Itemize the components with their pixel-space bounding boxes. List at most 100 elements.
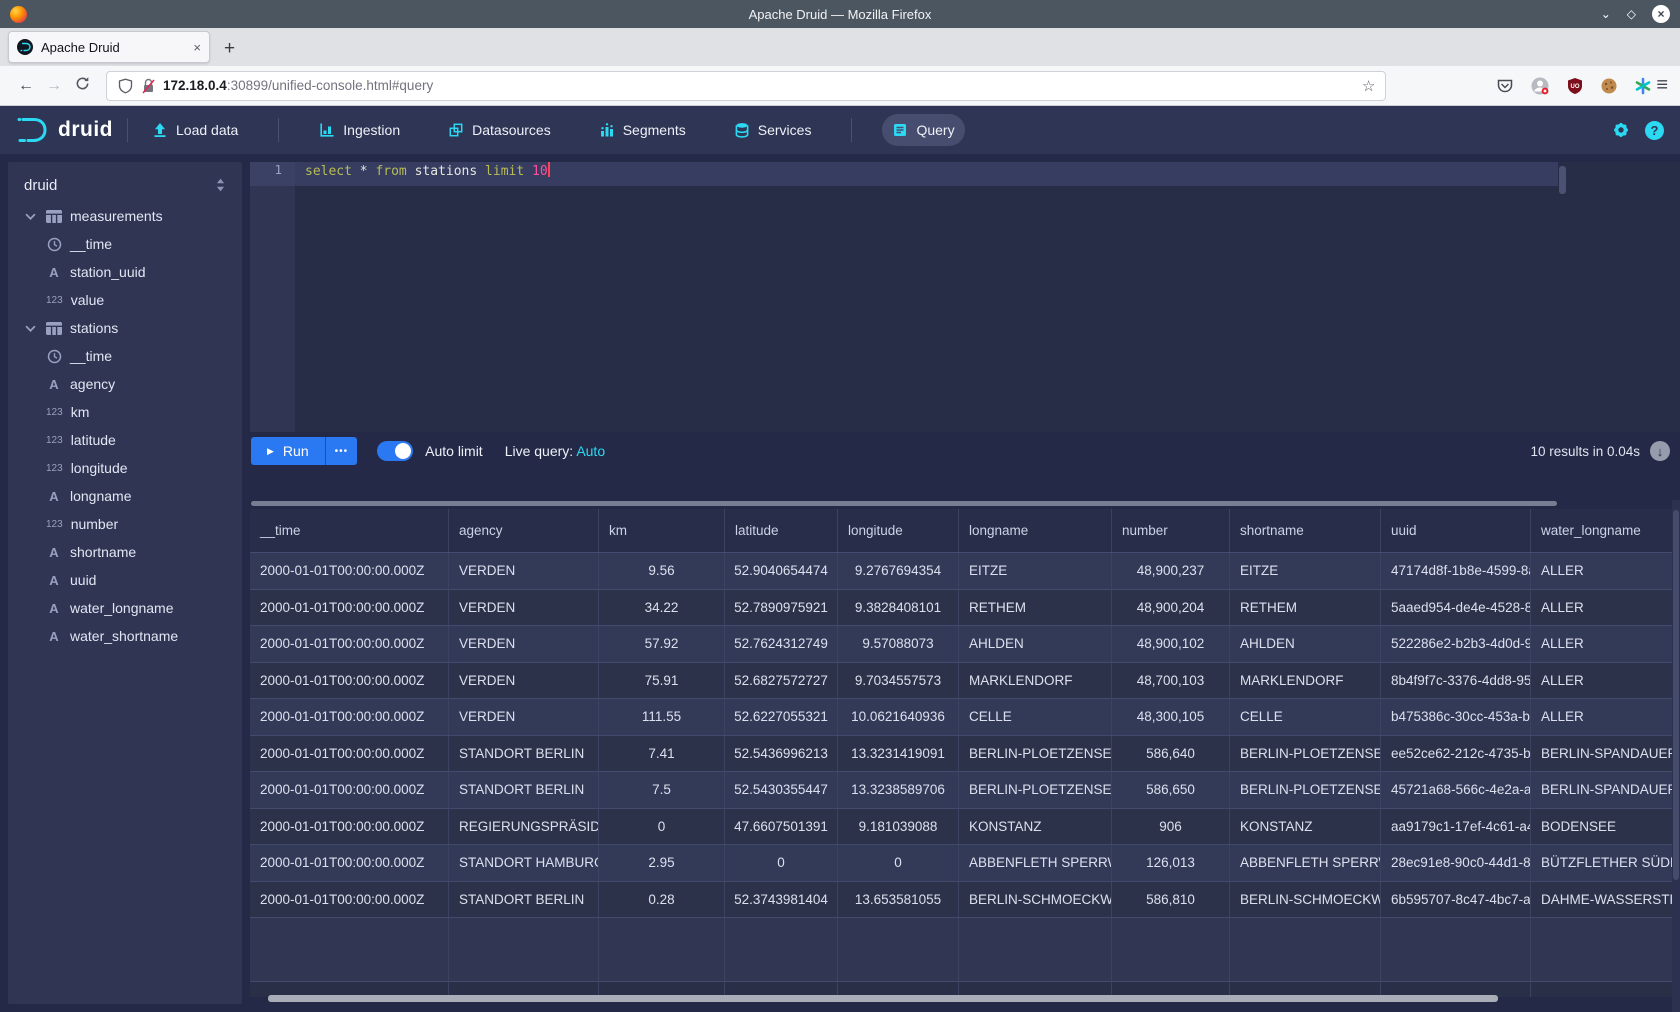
nav-item-segments[interactable]: Segments bbox=[589, 114, 696, 146]
cell-latitude[interactable]: 52.6827572727 bbox=[725, 663, 838, 699]
nav-item-query[interactable]: Query bbox=[882, 114, 964, 146]
cell-km[interactable]: 7.41 bbox=[599, 736, 725, 772]
column-header-water_longname[interactable]: water_longname bbox=[1531, 509, 1680, 552]
cell-agency[interactable]: STANDORT HAMBURG bbox=[449, 845, 599, 881]
cell-longname[interactable]: CELLE bbox=[959, 699, 1112, 735]
cell-latitude[interactable]: 0 bbox=[725, 845, 838, 881]
extension-asterisk-icon[interactable] bbox=[1634, 77, 1652, 95]
cell-number[interactable]: 48,900,237 bbox=[1112, 553, 1230, 589]
live-query[interactable]: Live query: Auto bbox=[505, 443, 605, 459]
cell-agency[interactable]: VERDEN bbox=[449, 553, 599, 589]
menu-icon[interactable]: ≡ bbox=[1656, 74, 1668, 97]
sidebar-column-stations-water_shortname[interactable]: Awater_shortname bbox=[8, 622, 242, 650]
cell-shortname[interactable]: RETHEM bbox=[1230, 590, 1381, 626]
cell-km[interactable]: 7.5 bbox=[599, 772, 725, 808]
maximize-icon[interactable]: ◇ bbox=[1627, 8, 1636, 20]
cell-longitude[interactable]: 13.3231419091 bbox=[838, 736, 959, 772]
cell-shortname[interactable]: AHLDEN bbox=[1230, 626, 1381, 662]
sidebar-column-stations-longname[interactable]: Alongname bbox=[8, 482, 242, 510]
cell-longitude[interactable]: 13.653581055 bbox=[838, 882, 959, 918]
cell-number[interactable]: 48,900,204 bbox=[1112, 590, 1230, 626]
column-header-number[interactable]: number bbox=[1112, 509, 1230, 552]
cell-shortname[interactable]: EITZE bbox=[1230, 553, 1381, 589]
results-top-scrollbar[interactable] bbox=[251, 501, 1557, 506]
cell-longitude[interactable]: 10.0621640936 bbox=[838, 699, 959, 735]
cell-latitude[interactable]: 52.5436996213 bbox=[725, 736, 838, 772]
sidebar-column-stations-water_longname[interactable]: Awater_longname bbox=[8, 594, 242, 622]
close-window-icon[interactable]: × bbox=[1652, 5, 1670, 23]
run-button[interactable]: ▶Run bbox=[251, 437, 325, 465]
sidebar-column-stations-agency[interactable]: Aagency bbox=[8, 370, 242, 398]
cell-latitude[interactable]: 52.5430355447 bbox=[725, 772, 838, 808]
insecure-lock-icon[interactable] bbox=[140, 78, 156, 94]
results-vertical-scrollbar-thumb[interactable] bbox=[1673, 510, 1679, 880]
cell-water_longname[interactable]: ALLER bbox=[1531, 663, 1680, 699]
cell-uuid[interactable]: 6b595707-8c47-4bc7-a8 bbox=[1381, 882, 1531, 918]
column-header-agency[interactable]: agency bbox=[449, 509, 599, 552]
cell-water_longname[interactable]: ALLER bbox=[1531, 590, 1680, 626]
cell-longname[interactable]: AHLDEN bbox=[959, 626, 1112, 662]
sidebar-table-measurements[interactable]: measurements bbox=[8, 202, 242, 230]
nav-item-services[interactable]: Services bbox=[724, 114, 822, 146]
cell-number[interactable]: 906 bbox=[1112, 809, 1230, 845]
back-button[interactable]: ← bbox=[12, 77, 40, 95]
cell-longitude[interactable]: 9.57088073 bbox=[838, 626, 959, 662]
url-bar[interactable]: 172.18.0.4:30899/unified-console.html#qu… bbox=[106, 71, 1386, 101]
cell-uuid[interactable]: 45721a68-566c-4e2a-a6 bbox=[1381, 772, 1531, 808]
cell-shortname[interactable]: ABBENFLETH SPERRWEI bbox=[1230, 845, 1381, 881]
url-text[interactable]: 172.18.0.4:30899/unified-console.html#qu… bbox=[163, 78, 1355, 93]
column-header-latitude[interactable]: latitude bbox=[725, 509, 838, 552]
cell-uuid[interactable]: 8b4f9f7c-3376-4dd8-95c bbox=[1381, 663, 1531, 699]
double-caret-icon[interactable] bbox=[212, 178, 228, 192]
account-icon[interactable] bbox=[1530, 76, 1550, 96]
cell-uuid[interactable]: 522286e2-b2b3-4d0d-9a bbox=[1381, 626, 1531, 662]
cell-uuid[interactable]: 5aaed954-de4e-4528-8f bbox=[1381, 590, 1531, 626]
results-horizontal-scrollbar[interactable] bbox=[268, 995, 1498, 1002]
sidebar-column-stations-latitude[interactable]: 123latitude bbox=[8, 426, 242, 454]
cell-latitude[interactable]: 52.3743981404 bbox=[725, 882, 838, 918]
column-header-uuid[interactable]: uuid bbox=[1381, 509, 1531, 552]
schema-header[interactable]: druid bbox=[8, 162, 242, 202]
cell-latitude[interactable]: 52.7624312749 bbox=[725, 626, 838, 662]
new-tab-button[interactable]: + bbox=[224, 38, 235, 60]
cell-km[interactable]: 0.28 bbox=[599, 882, 725, 918]
cell-water_longname[interactable]: ALLER bbox=[1531, 626, 1680, 662]
cell-number[interactable]: 126,013 bbox=[1112, 845, 1230, 881]
results-vertical-scrollbar[interactable] bbox=[1672, 500, 1680, 1012]
sidebar-column-stations-shortname[interactable]: Ashortname bbox=[8, 538, 242, 566]
cell-longname[interactable]: BERLIN-SCHMOECKWITZ bbox=[959, 882, 1112, 918]
gear-icon[interactable] bbox=[1611, 120, 1631, 140]
cell-km[interactable]: 111.55 bbox=[599, 699, 725, 735]
sidebar-column-stations-uuid[interactable]: Auuid bbox=[8, 566, 242, 594]
cell-__time[interactable]: 2000-01-01T00:00:00.000Z bbox=[250, 699, 449, 735]
cell-uuid[interactable]: 28ec91e8-90c0-44d1-8f0 bbox=[1381, 845, 1531, 881]
cell-km[interactable]: 34.22 bbox=[599, 590, 725, 626]
cell-longname[interactable]: ABBENFLETH SPERRWEI bbox=[959, 845, 1112, 881]
cell-agency[interactable]: VERDEN bbox=[449, 663, 599, 699]
cell-water_longname[interactable]: BÜTZFLETHER SÜDERE bbox=[1531, 845, 1680, 881]
cell-__time[interactable]: 2000-01-01T00:00:00.000Z bbox=[250, 809, 449, 845]
reload-button[interactable] bbox=[68, 76, 96, 96]
sidebar-column-stations-number[interactable]: 123number bbox=[8, 510, 242, 538]
column-header-longitude[interactable]: longitude bbox=[838, 509, 959, 552]
query-editor[interactable]: 1 select * from stations limit 10 bbox=[250, 162, 1680, 432]
cell-longname[interactable]: BERLIN-PLOETZENSEE C bbox=[959, 736, 1112, 772]
cell-longname[interactable]: RETHEM bbox=[959, 590, 1112, 626]
cell-latitude[interactable]: 52.9040654474 bbox=[725, 553, 838, 589]
cell-__time[interactable]: 2000-01-01T00:00:00.000Z bbox=[250, 845, 449, 881]
sidebar-column-stations-km[interactable]: 123km bbox=[8, 398, 242, 426]
cell-longitude[interactable]: 13.3238589706 bbox=[838, 772, 959, 808]
nav-item-datasources[interactable]: Datasources bbox=[438, 114, 561, 146]
cell-number[interactable]: 586,640 bbox=[1112, 736, 1230, 772]
tracking-shield-icon[interactable] bbox=[117, 78, 133, 94]
cell-water_longname[interactable]: BODENSEE bbox=[1531, 809, 1680, 845]
help-icon[interactable]: ? bbox=[1645, 121, 1664, 140]
run-more-button[interactable]: ••• bbox=[325, 437, 358, 465]
sidebar-table-stations[interactable]: stations bbox=[8, 314, 242, 342]
cell-latitude[interactable]: 47.6607501391 bbox=[725, 809, 838, 845]
cell-water_longname[interactable]: BERLIN-SPANDAUER-S bbox=[1531, 772, 1680, 808]
cell-uuid[interactable]: 47174d8f-1b8e-4599-8a bbox=[1381, 553, 1531, 589]
cell-__time[interactable]: 2000-01-01T00:00:00.000Z bbox=[250, 626, 449, 662]
cell-longitude[interactable]: 9.181039088 bbox=[838, 809, 959, 845]
cell-uuid[interactable]: b475386c-30cc-453a-b3 bbox=[1381, 699, 1531, 735]
